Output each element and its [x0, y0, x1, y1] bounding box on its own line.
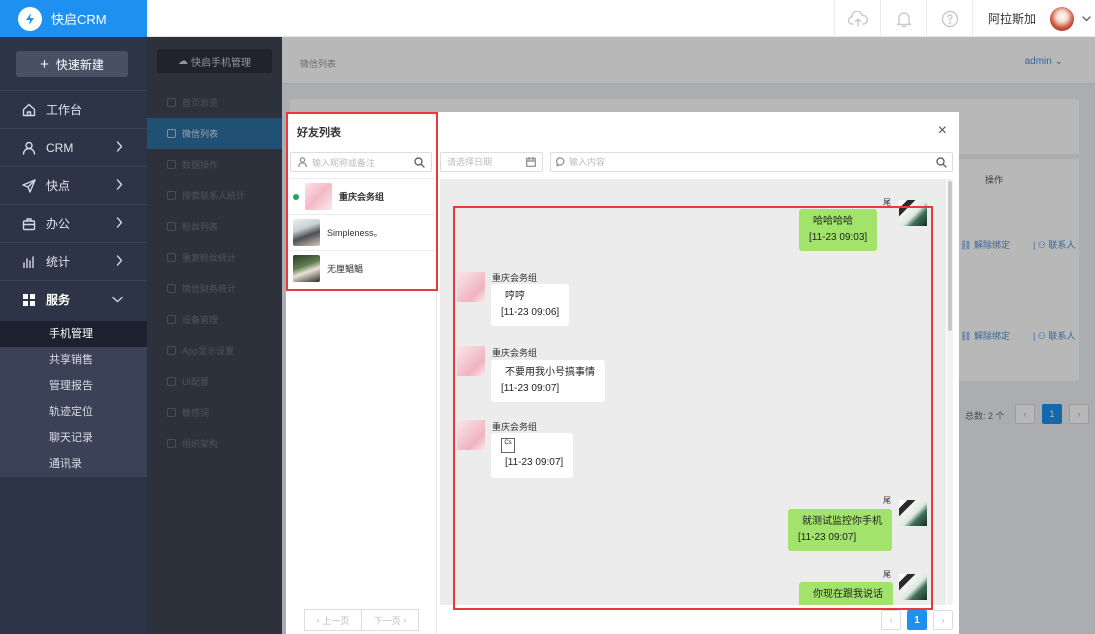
chat-scrollbar[interactable] [947, 179, 953, 605]
message-search-input[interactable]: 输入内容 [550, 152, 953, 172]
friend-pager: ‹ 上一页 下一页 › [304, 609, 419, 631]
chat-bubble-icon [556, 157, 565, 167]
sidebar: + 快速新建 工作台 CRM 快点 办公 统计 服务 手机管理 共享销售 管理报告… [0, 37, 147, 634]
chat-modal: × 好友列表 输入昵称或备注 重庆会务组 Simpleness。 无厘鲳鲳 ‹ … [286, 112, 959, 634]
chat-next-page-button[interactable]: › [933, 610, 953, 630]
sidebar-item-stats[interactable]: 统计 [0, 242, 147, 280]
service-submenu: 手机管理 共享销售 管理报告 轨迹定位 聊天记录 通讯录 [0, 321, 147, 477]
top-bar [147, 0, 1095, 37]
sidebar-item-label: 办公 [46, 217, 71, 231]
sidebar-item-workbench[interactable]: 工作台 [0, 90, 147, 128]
plus-icon: + [40, 55, 49, 73]
close-icon[interactable]: × [938, 122, 947, 140]
home-icon [22, 103, 36, 116]
user-menu[interactable]: 阿拉斯加 [972, 0, 1095, 37]
chat-highlight-box [453, 206, 933, 610]
bell-icon[interactable] [880, 0, 926, 37]
scrollbar-thumb[interactable] [948, 181, 952, 331]
chevron-right-icon [116, 141, 123, 152]
sidebar-item-label: 统计 [46, 255, 71, 269]
message-placeholder: 输入内容 [569, 157, 606, 167]
sidebar-subitem-shared-sales[interactable]: 共享销售 [0, 347, 147, 373]
send-icon [22, 178, 36, 193]
sidebar-item-label: 快点 [46, 179, 71, 193]
calendar-icon [526, 157, 536, 167]
briefcase-icon [22, 217, 36, 230]
avatar [1050, 6, 1075, 31]
date-placeholder: 请选择日期 [447, 157, 493, 167]
sidebar-subitem-chat-records[interactable]: 聊天记录 [0, 425, 147, 451]
next-label: 下一页 [373, 615, 401, 626]
chat-current-page[interactable]: 1 [907, 610, 927, 630]
sidebar-subitem-reports[interactable]: 管理报告 [0, 373, 147, 399]
sidebar-item-crm[interactable]: CRM [0, 128, 147, 166]
help-icon[interactable] [926, 0, 972, 37]
prev-page-button[interactable]: ‹ 上一页 [305, 610, 361, 630]
bar-chart-icon [23, 255, 34, 268]
chevron-right-icon [116, 255, 123, 266]
grid-icon [23, 293, 35, 306]
sidebar-subitem-contacts[interactable]: 通讯录 [0, 451, 147, 477]
chevron-down-icon [112, 296, 123, 303]
friends-highlight-box [286, 112, 438, 291]
quick-new-button[interactable]: + 快速新建 [16, 51, 128, 77]
cloud-upload-icon[interactable] [834, 0, 880, 37]
sidebar-subitem-phone-management[interactable]: 手机管理 [0, 321, 147, 347]
app-title: 快启CRM [51, 12, 107, 27]
sidebar-item-office[interactable]: 办公 [0, 204, 147, 242]
logo-icon [18, 6, 42, 31]
search-icon [936, 157, 947, 168]
date-picker-input[interactable]: 请选择日期 [440, 152, 543, 172]
sidebar-item-service[interactable]: 服务 [0, 280, 147, 318]
chat-prev-page-button[interactable]: ‹ [881, 610, 901, 630]
sidebar-subitem-tracking[interactable]: 轨迹定位 [0, 399, 147, 425]
user-name: 阿拉斯加 [988, 12, 1037, 26]
sidebar-item-label: 工作台 [46, 103, 83, 117]
chevron-right-icon [116, 217, 123, 228]
sidebar-item-label: CRM [46, 140, 74, 155]
prev-label: 上一页 [322, 615, 350, 626]
sidebar-item-kuaidian[interactable]: 快点 [0, 166, 147, 204]
chevron-down-icon [1082, 15, 1091, 21]
app-logo[interactable]: 快启CRM [0, 0, 147, 37]
user-icon [22, 141, 36, 155]
chevron-right-icon [116, 179, 123, 190]
next-page-button[interactable]: 下一页 › [361, 610, 418, 630]
quick-new-label: 快速新建 [55, 57, 104, 72]
sidebar-item-label: 服务 [46, 293, 71, 307]
